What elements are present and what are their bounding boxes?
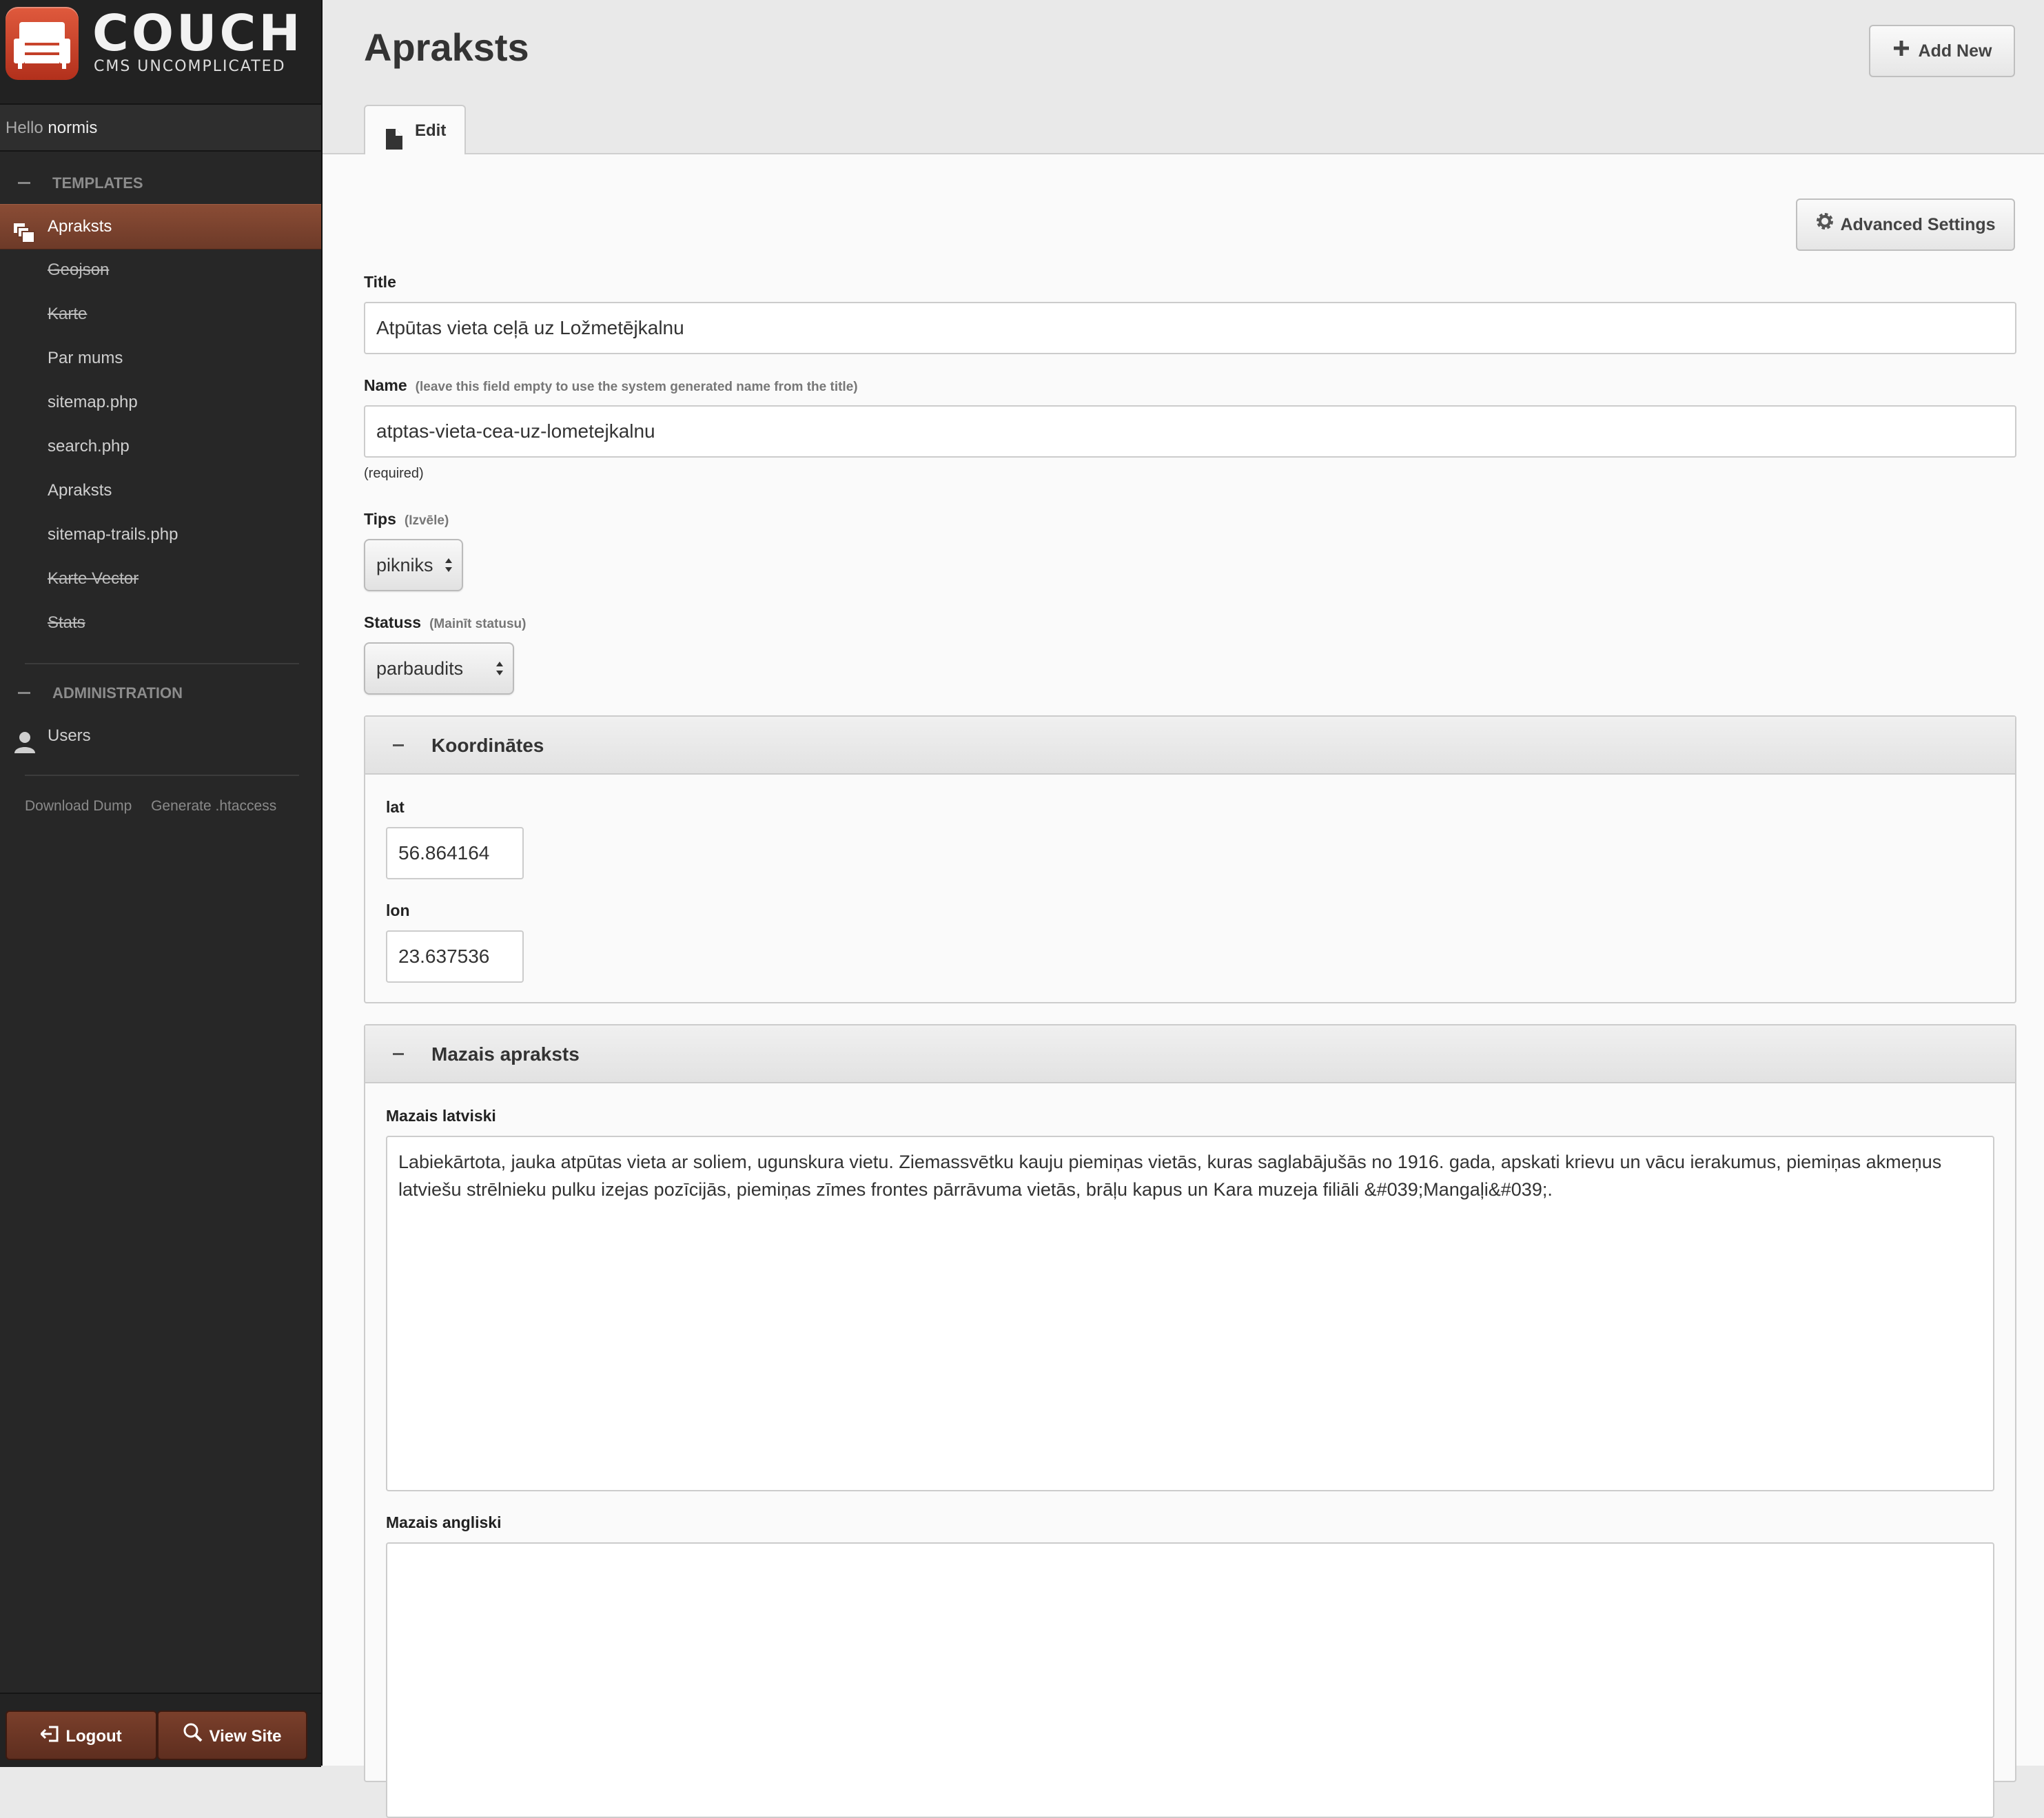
coordinates-group-header[interactable]: Koordinātes [365, 717, 2015, 775]
status-label-text: Statuss [364, 613, 422, 631]
download-dump-link[interactable]: Download Dump [25, 798, 132, 814]
search-icon [183, 1713, 203, 1762]
logout-icon [40, 1713, 59, 1762]
select-arrows-icon [496, 662, 503, 675]
sidebar-item-apraksts-2[interactable]: Apraksts [0, 469, 321, 513]
mazais-latviski-textarea[interactable]: Labiekārtota, jauka atpūtas vieta ar sol… [386, 1136, 1994, 1491]
sidebar-item-label: Karte Vector [48, 569, 139, 588]
short-description-group-title: Mazais apraksts [431, 1043, 580, 1065]
page-title: Apraksts [364, 25, 529, 69]
sidebar-item-sitemap[interactable]: sitemap.php [0, 380, 321, 425]
collapse-icon [393, 744, 404, 746]
sidebar-item-label: search.php [48, 437, 130, 456]
required-note: (required) [364, 466, 424, 481]
view-site-button[interactable]: View Site [157, 1710, 307, 1760]
collapse-icon [18, 182, 30, 184]
lat-input[interactable] [386, 827, 524, 879]
sidebar-item-geojson[interactable]: Geojson [0, 248, 321, 292]
sidebar-item-label: Par mums [48, 349, 123, 367]
templates-icon [14, 217, 36, 243]
name-input[interactable] [364, 405, 2016, 458]
status-select-value: parbaudits [376, 658, 464, 679]
title-input[interactable] [364, 302, 2016, 354]
logout-button[interactable]: Logout [6, 1710, 157, 1760]
mazais-angliski-textarea[interactable] [386, 1542, 1994, 1818]
sidebar-item-sitemap-trails[interactable]: sitemap-trails.php [0, 513, 321, 557]
status-label: Statuss (Mainīt statusu) [364, 613, 526, 632]
main-header: Apraksts Add New Edit [323, 0, 2044, 154]
lon-label: lon [386, 901, 410, 919]
sidebar-item-label: Users [48, 726, 91, 745]
tips-select-value: pikniks [376, 555, 433, 575]
tips-label-text: Tips [364, 510, 396, 528]
administration-heading: ADMINISTRATION [52, 684, 183, 702]
user-greeting: Hello normis [0, 105, 321, 152]
short-description-group-header[interactable]: Mazais apraksts [365, 1025, 2015, 1083]
sidebar-item-search[interactable]: search.php [0, 425, 321, 469]
sidebar-item-label: sitemap-trails.php [48, 525, 178, 544]
advanced-settings-label: Advanced Settings [1840, 215, 1996, 234]
status-select[interactable]: parbaudits [364, 642, 514, 695]
sidebar-item-par-mums[interactable]: Par mums [0, 336, 321, 380]
title-label: Title [364, 273, 396, 292]
sidebar-footer-links: Download Dump Generate .htaccess [25, 798, 292, 815]
advanced-settings-button[interactable]: Advanced Settings [1796, 198, 2015, 251]
gear-icon [1815, 201, 1835, 250]
brand-tagline: CMS UNCOMPLICATED [94, 58, 286, 75]
name-hint: (leave this field empty to use the syste… [415, 380, 858, 394]
name-label: Name (leave this field empty to use the s… [364, 376, 858, 395]
sidebar-item-users[interactable]: Users [0, 714, 321, 758]
add-new-button[interactable]: Add New [1869, 25, 2015, 77]
sidebar-item-label: Apraksts [48, 217, 112, 236]
tips-label: Tips (Izvēle) [364, 510, 449, 529]
title-label-text: Title [364, 273, 396, 291]
name-label-text: Name [364, 376, 407, 394]
view-site-label: View Site [209, 1727, 282, 1746]
plus-icon [1892, 27, 1910, 76]
coordinates-group-title: Koordinātes [431, 735, 544, 756]
collapse-icon [393, 1053, 404, 1055]
short-description-group: Mazais apraksts Mazais latviski Labiekār… [364, 1024, 2016, 1818]
sidebar-item-karte[interactable]: Karte [0, 292, 321, 336]
sidebar-divider [25, 775, 299, 776]
brand[interactable]: COUCH CMS UNCOMPLICATED [0, 0, 321, 105]
tab-edit[interactable]: Edit [364, 105, 466, 154]
select-arrows-icon [445, 558, 452, 572]
greeting-text: Hello [6, 119, 43, 137]
user-icon [14, 726, 36, 753]
sidebar-item-apraksts[interactable]: Apraksts [0, 204, 321, 249]
tips-hint: (Izvēle) [404, 513, 449, 528]
username[interactable]: normis [48, 119, 97, 137]
tips-select[interactable]: pikniks [364, 539, 463, 591]
sidebar-item-stats[interactable]: Stats [0, 601, 321, 645]
coordinates-group: Koordinātes lat lon [364, 715, 2016, 1003]
mazais-angliski-label: Mazais angliski [386, 1513, 502, 1531]
sidebar-item-label: sitemap.php [48, 393, 138, 411]
lat-label: lat [386, 798, 405, 816]
administration-section-toggle[interactable]: ADMINISTRATION [0, 673, 321, 714]
templates-heading: TEMPLATES [52, 174, 143, 192]
sidebar-item-karte-vector[interactable]: Karte Vector [0, 557, 321, 601]
add-new-label: Add New [1918, 41, 1992, 61]
sidebar-item-label: Stats [48, 613, 85, 632]
sidebar-item-label: Geojson [48, 261, 110, 279]
sidebar-divider [25, 663, 299, 664]
sidebar-item-label: Apraksts [48, 481, 112, 500]
generate-htaccess-link[interactable]: Generate .htaccess [151, 798, 276, 814]
templates-section-toggle[interactable]: TEMPLATES [0, 163, 321, 204]
lon-input[interactable] [386, 930, 524, 983]
sidebar: COUCH CMS UNCOMPLICATED Hello normis TEM… [0, 0, 323, 1767]
couch-logo-icon [6, 7, 79, 80]
status-hint: (Mainīt statusu) [429, 617, 527, 631]
sidebar-item-label: Karte [48, 305, 88, 323]
brand-name: COUCH [92, 4, 303, 62]
logout-label: Logout [65, 1727, 122, 1746]
edit-form: Advanced Settings Title Name (leave this … [323, 154, 2044, 1818]
sidebar-bottom-bar: Logout View Site [0, 1693, 321, 1767]
collapse-icon [18, 692, 30, 694]
mazais-latviski-label: Mazais latviski [386, 1107, 496, 1125]
tab-edit-label: Edit [415, 121, 447, 140]
